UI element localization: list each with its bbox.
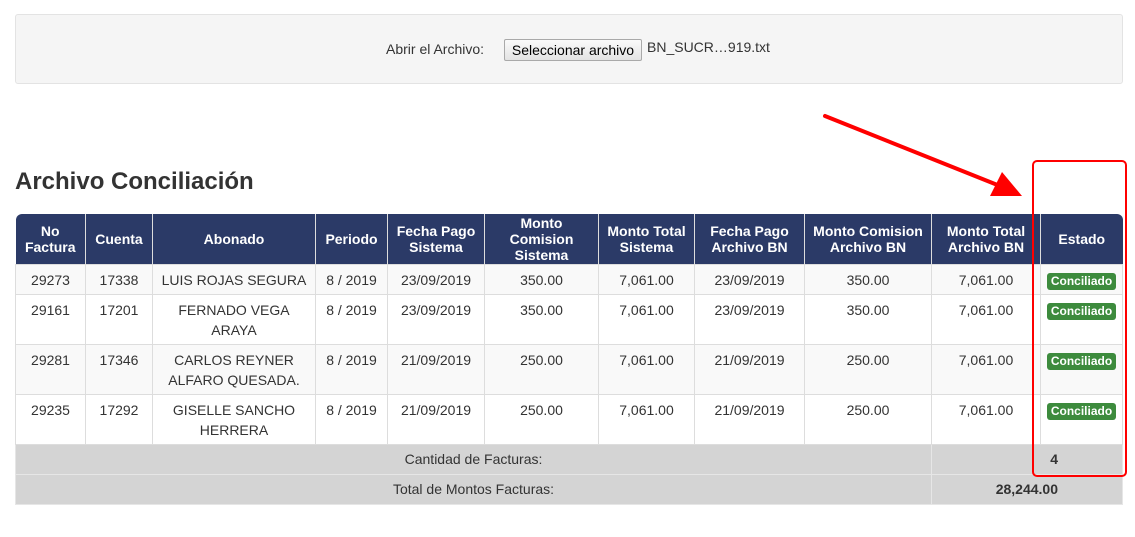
status-badge: Conciliado (1046, 402, 1117, 420)
table-header-row: No Factura Cuenta Abonado Periodo Fecha … (15, 214, 1123, 264)
header-monto-comision-archivo[interactable]: Monto Comision Archivo BN (804, 214, 932, 264)
cell-fecha-pago-sistema: 21/09/2019 (387, 393, 485, 445)
invoice-total-label: Total de Montos Facturas: (15, 473, 932, 505)
cell-monto-total-sistema: 7,061.00 (598, 263, 695, 295)
cell-cuenta: 17338 (85, 263, 153, 295)
cell-abonado: LUIS ROJAS SEGURA (152, 263, 316, 295)
cell-no-factura: 29273 (15, 263, 86, 295)
cell-fecha-pago-sistema: 21/09/2019 (387, 343, 485, 395)
header-monto-total-archivo[interactable]: Monto Total Archivo BN (931, 214, 1041, 264)
invoice-count-value: 4 (931, 443, 1123, 475)
cell-fecha-pago-archivo: 23/09/2019 (694, 293, 805, 345)
select-file-button[interactable]: Seleccionar archivo (504, 39, 642, 61)
cell-monto-total-sistema: 7,061.00 (598, 393, 695, 445)
cell-periodo: 8 / 2019 (315, 393, 388, 445)
cell-no-factura: 29281 (15, 343, 86, 395)
selected-file-name: BN_SUCR…919.txt (647, 39, 770, 55)
header-periodo[interactable]: Periodo (315, 214, 388, 264)
header-fecha-pago-archivo[interactable]: Fecha Pago Archivo BN (694, 214, 805, 264)
cell-no-factura: 29161 (15, 293, 86, 345)
cell-fecha-pago-sistema: 23/09/2019 (387, 293, 485, 345)
header-monto-comision-sistema[interactable]: Monto Comision Sistema (484, 214, 599, 264)
cell-monto-total-sistema: 7,061.00 (598, 343, 695, 395)
cell-no-factura: 29235 (15, 393, 86, 445)
cell-monto-comision-sistema: 250.00 (484, 393, 599, 445)
cell-monto-total-archivo: 7,061.00 (931, 393, 1041, 445)
table-row: 29281 17346 CARLOS REYNER ALFARO QUESADA… (15, 343, 1123, 395)
status-badge: Conciliado (1046, 352, 1117, 370)
cell-monto-comision-archivo: 250.00 (804, 343, 932, 395)
cell-fecha-pago-archivo: 23/09/2019 (694, 263, 805, 295)
cell-fecha-pago-archivo: 21/09/2019 (694, 393, 805, 445)
cell-monto-comision-archivo: 350.00 (804, 263, 932, 295)
invoice-total-value: 28,244.00 (931, 473, 1123, 505)
status-badge: Conciliado (1046, 272, 1117, 290)
cell-abonado: CARLOS REYNER ALFARO QUESADA. (152, 343, 316, 395)
cell-estado: Conciliado (1040, 263, 1123, 295)
cell-monto-total-archivo: 7,061.00 (931, 293, 1041, 345)
cell-abonado: FERNADO VEGA ARAYA (152, 293, 316, 345)
cell-fecha-pago-archivo: 21/09/2019 (694, 343, 805, 395)
cell-monto-comision-archivo: 250.00 (804, 393, 932, 445)
page-title: Archivo Conciliación (15, 168, 254, 195)
cell-periodo: 8 / 2019 (315, 293, 388, 345)
header-abonado[interactable]: Abonado (152, 214, 316, 264)
header-monto-total-sistema[interactable]: Monto Total Sistema (598, 214, 695, 264)
header-estado[interactable]: Estado (1040, 214, 1123, 264)
cell-fecha-pago-sistema: 23/09/2019 (387, 263, 485, 295)
header-fecha-pago-sistema[interactable]: Fecha Pago Sistema (387, 214, 485, 264)
reconciliation-table-container: No Factura Cuenta Abonado Periodo Fecha … (15, 214, 1123, 505)
header-no-factura[interactable]: No Factura (15, 214, 86, 264)
file-upload-panel: Abrir el Archivo: Seleccionar archivo BN… (15, 14, 1123, 84)
cell-estado: Conciliado (1040, 293, 1123, 345)
cell-monto-total-archivo: 7,061.00 (931, 263, 1041, 295)
footer-count-row: Cantidad de Facturas: 4 (15, 443, 1123, 475)
cell-abonado: GISELLE SANCHO HERRERA (152, 393, 316, 445)
cell-cuenta: 17201 (85, 293, 153, 345)
file-upload-label: Abrir el Archivo: (386, 41, 485, 57)
cell-cuenta: 17292 (85, 393, 153, 445)
cell-cuenta: 17346 (85, 343, 153, 395)
cell-estado: Conciliado (1040, 343, 1123, 395)
header-cuenta[interactable]: Cuenta (85, 214, 153, 264)
table-row: 29161 17201 FERNADO VEGA ARAYA 8 / 2019 … (15, 293, 1123, 345)
status-badge: Conciliado (1046, 302, 1117, 320)
footer-total-row: Total de Montos Facturas: 28,244.00 (15, 473, 1123, 505)
invoice-count-label: Cantidad de Facturas: (15, 443, 932, 475)
reconciliation-table: No Factura Cuenta Abonado Periodo Fecha … (15, 214, 1123, 505)
cell-monto-comision-archivo: 350.00 (804, 293, 932, 345)
cell-estado: Conciliado (1040, 393, 1123, 445)
cell-monto-comision-sistema: 250.00 (484, 343, 599, 395)
cell-periodo: 8 / 2019 (315, 263, 388, 295)
table-row: 29273 17338 LUIS ROJAS SEGURA 8 / 2019 2… (15, 263, 1123, 295)
cell-monto-comision-sistema: 350.00 (484, 293, 599, 345)
table-row: 29235 17292 GISELLE SANCHO HERRERA 8 / 2… (15, 393, 1123, 445)
cell-monto-comision-sistema: 350.00 (484, 263, 599, 295)
cell-monto-total-archivo: 7,061.00 (931, 343, 1041, 395)
cell-monto-total-sistema: 7,061.00 (598, 293, 695, 345)
cell-periodo: 8 / 2019 (315, 343, 388, 395)
